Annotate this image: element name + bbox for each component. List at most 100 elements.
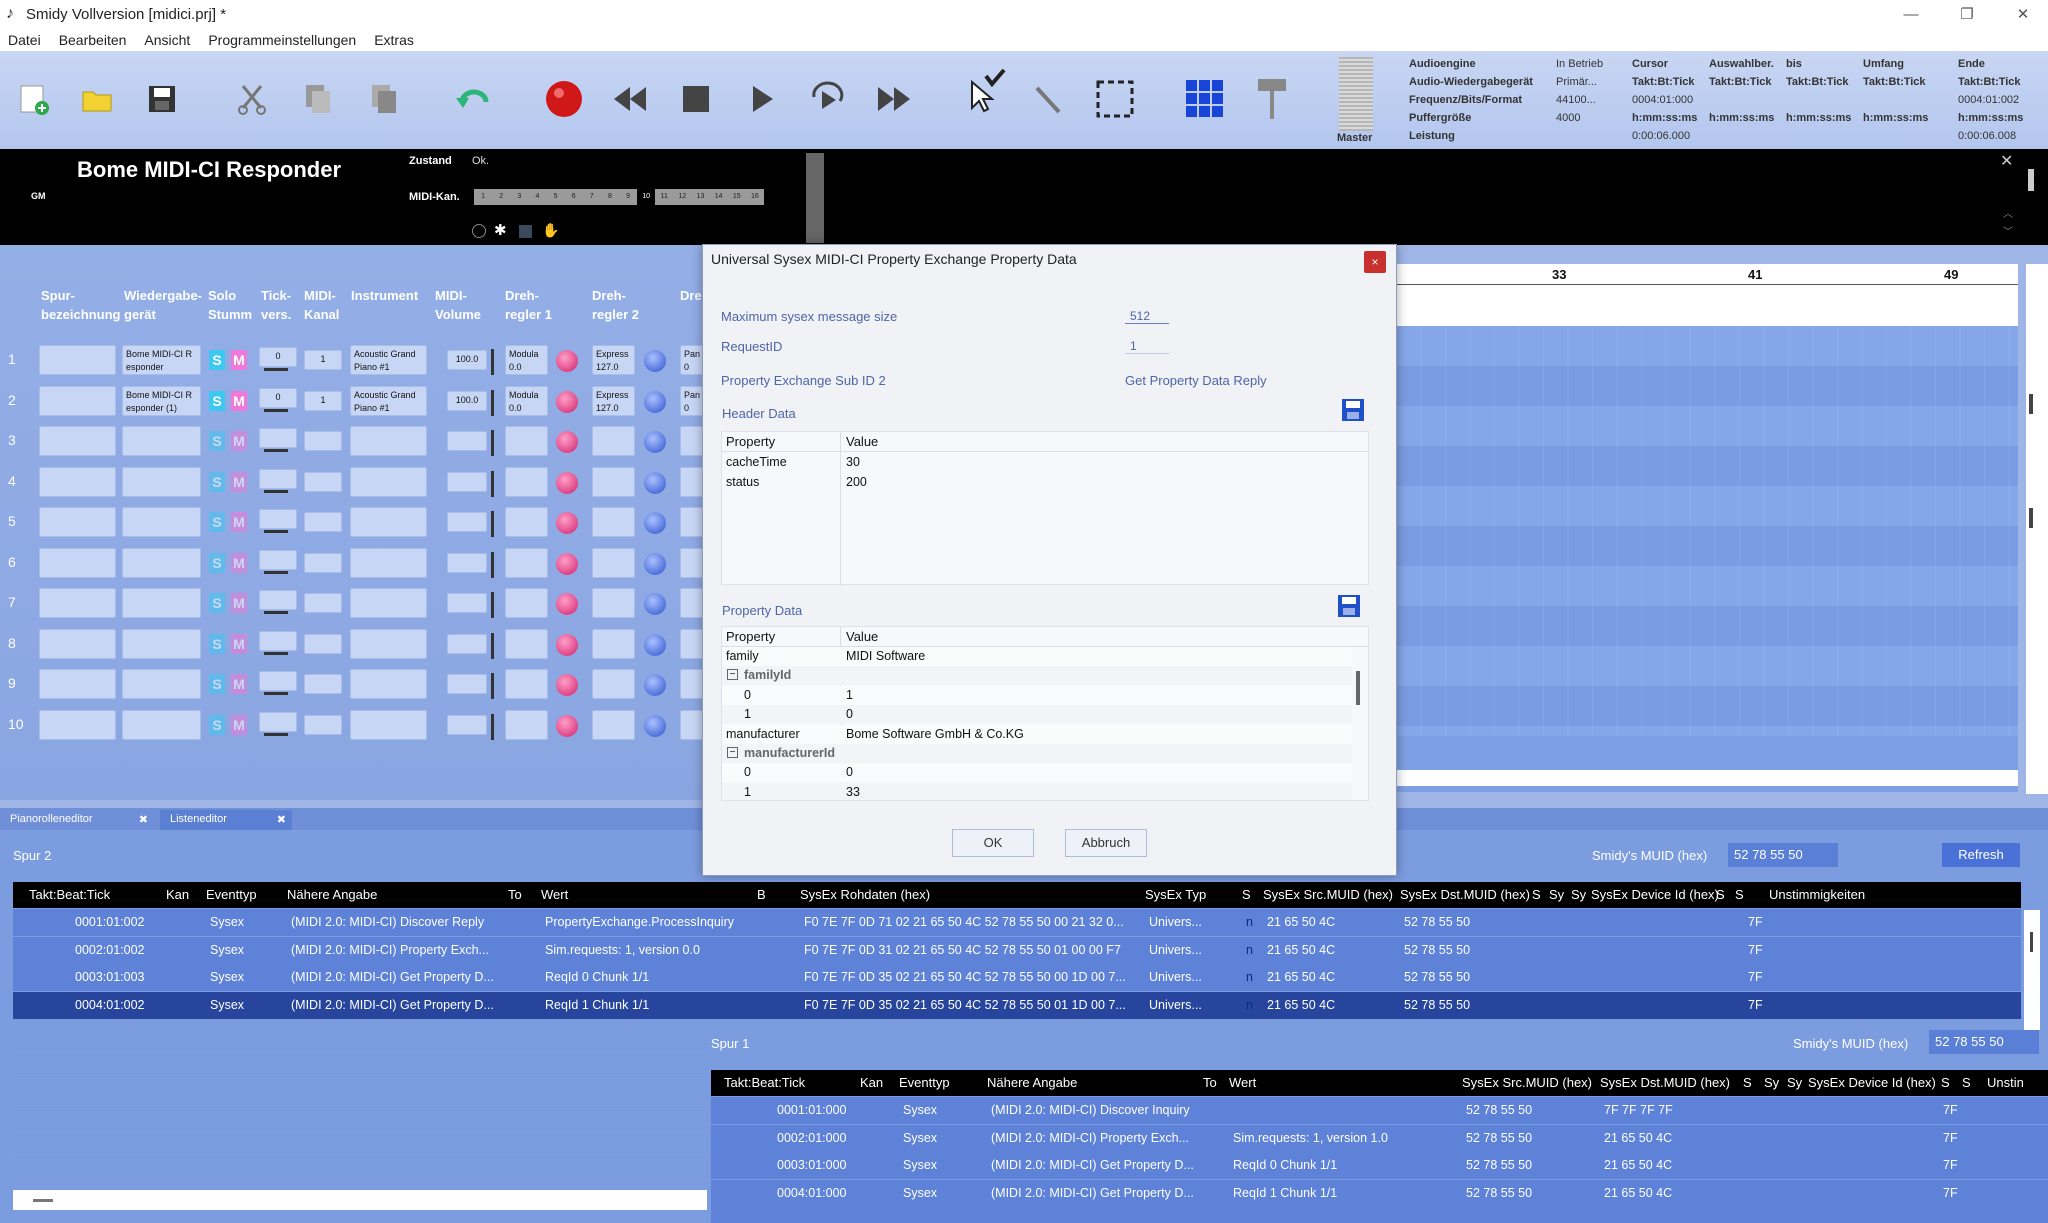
controller2-field[interactable] [592,669,635,699]
midi-volume-field[interactable] [447,593,487,613]
tick-offset-field[interactable] [259,590,297,610]
list-col-header[interactable]: To [508,887,522,902]
solo-button[interactable]: S [209,512,225,532]
tick-offset-field[interactable]: 0 [259,347,297,367]
knob-2[interactable] [644,714,666,737]
controller2-field[interactable]: Express 127.0 [592,385,635,416]
controller1-field[interactable]: Modula 0.0 [505,385,548,416]
track-row[interactable]: 9 SM [0,665,704,703]
controller2-field[interactable]: Express 127.0 [592,345,635,375]
menu-ansicht[interactable]: Ansicht [144,32,190,48]
screen-icon[interactable] [519,225,532,238]
solo-button[interactable]: S [209,552,225,573]
tick-slider[interactable] [264,651,288,655]
minimize-button[interactable]: — [1888,0,1934,28]
knob-2[interactable] [644,512,666,534]
volume-slider[interactable] [491,713,494,740]
save-header-button[interactable] [1341,398,1365,425]
list-col-header[interactable]: Nähere Angabe [287,887,377,902]
controller2-field[interactable] [592,588,635,618]
instrument-volume-fader[interactable] [806,153,824,243]
table-row[interactable]: 0001:01:002 Sysex (MIDI 2.0: MIDI-CI) Disc… [13,909,2021,936]
midi-channel-5[interactable]: 5 [547,189,565,205]
grid-row[interactable]: 1 33 [722,782,1352,800]
midi-channel-10[interactable]: 10 [637,189,656,205]
list-col-header[interactable]: S [1716,887,1725,902]
track-row[interactable]: 10 S M [0,706,704,744]
list-col-header[interactable]: S [1532,887,1541,902]
track-device-field[interactable]: Bome MIDI-CI R esponder [122,345,201,375]
solo-button[interactable]: S [209,350,225,370]
knob-1[interactable] [556,471,578,494]
table-row[interactable]: 0004:01:000 Sysex (MIDI 2.0: MIDI-CI) Get … [711,1179,2048,1207]
track-name-field[interactable] [39,588,116,618]
instrument-field[interactable] [350,507,427,537]
tick-slider[interactable] [264,408,288,412]
maximize-button[interactable]: ❐ [1944,0,1990,28]
list-col-header[interactable]: Kan [166,887,189,902]
track-row[interactable]: 1 Bome MIDI-CI R esponder S M 0 1 Acoustic Gra… [0,341,704,379]
chevron-up-icon[interactable]: ︿ [2003,205,2013,220]
track-name-field[interactable] [39,547,116,578]
knob-1[interactable] [556,674,578,696]
collapse-icon[interactable]: − [727,747,738,758]
knob-1[interactable] [556,512,578,534]
tick-offset-field[interactable] [259,630,297,651]
list-col-header[interactable]: S [1242,887,1251,902]
table-row[interactable]: 0003:01:003 Sysex (MIDI 2.0: MIDI-CI) Get … [13,964,2021,991]
knob-2[interactable] [644,471,666,494]
volume-slider[interactable] [491,349,494,375]
track-name-field[interactable] [39,466,116,497]
midi-channel-12[interactable]: 12 [673,189,691,205]
track-name-field[interactable] [39,345,116,375]
midi-channel-15[interactable]: 15 [728,189,746,205]
save-property-button[interactable] [1337,594,1361,621]
midi-channel-8[interactable]: 8 [601,189,619,205]
mute-button[interactable]: M [231,714,247,735]
knob-1[interactable] [556,593,578,615]
volume-slider[interactable] [491,470,494,497]
instrument-field[interactable] [350,628,427,659]
controller1-field[interactable] [505,466,548,497]
list-col-header[interactable]: SysEx Rohdaten (hex) [800,887,930,902]
tick-slider[interactable] [264,489,288,493]
track-name-field[interactable] [39,507,116,537]
track-name-field[interactable] [39,426,116,456]
list-col-header[interactable]: S [1743,1075,1752,1090]
controller3-field[interactable]: Pan 0 [680,385,704,416]
midi-channel-3[interactable]: 3 [510,189,528,205]
instrument-field[interactable] [350,709,427,740]
knob-2[interactable] [644,633,666,656]
track-device-field[interactable] [122,426,201,456]
instrument-field[interactable]: Acoustic Grand Piano #1 [350,345,427,375]
track-lanes[interactable] [1396,326,2018,736]
grid-row[interactable]: − familyId [722,666,1352,686]
list-empty-rows[interactable] [13,1025,708,1192]
midi-channel-4[interactable]: 4 [528,189,546,205]
list-col-header[interactable]: Nähere Angabe [987,1075,1077,1090]
list-col-header[interactable]: Unstin [1987,1075,2024,1090]
track-device-field[interactable] [122,588,201,618]
ende-position[interactable]: 0004:01:002 [1958,91,2019,109]
list-col-header[interactable]: SysEx Src.MUID (hex) [1263,887,1393,902]
grid-row[interactable]: 10 [722,705,1352,725]
track-row[interactable]: 5 SM [0,503,704,541]
midi-channel-field[interactable] [304,471,342,492]
list-horizontal-scrollbar[interactable] [13,1190,708,1210]
controller3-field[interactable] [680,709,704,740]
mute-button[interactable]: M [231,512,247,532]
paste-button[interactable] [362,77,406,121]
midi-volume-field[interactable] [447,674,487,694]
controller3-field[interactable]: Pan 0 [680,345,704,375]
track-name-field[interactable] [39,628,116,659]
solo-button[interactable]: S [209,390,225,411]
track-name-field[interactable] [39,385,116,416]
request-id-field[interactable]: 1 [1125,339,1169,354]
list-col-header[interactable]: SysEx Device Id (hex) [1808,1075,1936,1090]
midi-channel-field[interactable] [304,552,342,573]
instrument-field[interactable] [350,588,427,618]
midi-channel-field[interactable] [304,633,342,654]
controller1-field[interactable] [505,669,548,699]
controller3-field[interactable] [680,669,704,699]
mute-button[interactable]: M [231,431,247,451]
